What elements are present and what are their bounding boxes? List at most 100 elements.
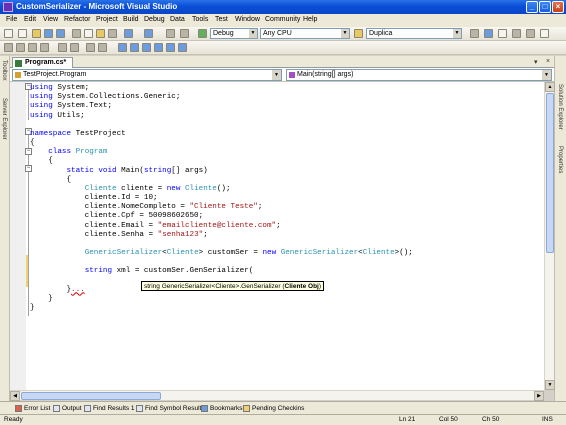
save-icon[interactable]	[44, 29, 53, 38]
undo-icon[interactable]	[124, 29, 133, 38]
solution-explorer-tab[interactable]: Solution Explorer	[557, 84, 563, 130]
solution-explorer-icon[interactable]	[484, 29, 493, 38]
navigate-forward-icon[interactable]	[180, 29, 189, 38]
toolbox-tab[interactable]: Toolbox	[1, 60, 7, 81]
tab-find-symbol-results[interactable]: Find Symbol Results	[136, 404, 205, 414]
scroll-up-icon[interactable]: ▲	[545, 82, 555, 92]
code-line[interactable]: string xml = customSer.GenSerializer(	[30, 267, 254, 276]
code-line[interactable]: using System;	[30, 84, 89, 93]
tab-error-list[interactable]: Error List	[15, 404, 50, 414]
active-files-dropdown-icon[interactable]: ▾	[534, 58, 538, 66]
copy-icon[interactable]	[84, 29, 93, 38]
code-line[interactable]: Cliente cliente = new Cliente();	[30, 185, 231, 194]
add-item-icon[interactable]	[18, 29, 27, 38]
minimize-button[interactable]: _	[526, 1, 538, 13]
menu-build[interactable]: Build	[123, 16, 139, 23]
vertical-scrollbar[interactable]: ▲ ▼	[544, 82, 555, 390]
tab-pending-checkins[interactable]: Pending Checkins	[243, 404, 304, 414]
code-line[interactable]: {	[30, 176, 71, 185]
next-bookmark-in-folder-icon[interactable]	[166, 43, 175, 52]
maximize-button[interactable]: □	[539, 1, 551, 13]
new-project-icon[interactable]	[4, 29, 13, 38]
tab-bookmarks[interactable]: Bookmarks	[201, 404, 243, 414]
increase-indent-icon[interactable]	[70, 43, 79, 52]
code-line[interactable]: class Program	[30, 148, 107, 157]
horizontal-scrollbar[interactable]: ◀ ▶	[10, 390, 544, 401]
code-line[interactable]: using Utils;	[30, 112, 85, 121]
code-line[interactable]: static void Main(string[] args)	[30, 167, 207, 176]
menu-edit[interactable]: Edit	[24, 16, 36, 23]
scroll-thumb[interactable]	[546, 93, 554, 253]
code-line[interactable]: using System.Collections.Generic;	[30, 93, 180, 102]
start-page-icon[interactable]	[540, 29, 549, 38]
find-in-files-icon[interactable]	[354, 29, 363, 38]
next-bookmark-icon[interactable]	[142, 43, 151, 52]
code-line[interactable]: cliente.NomeCompleto = "Cliente Teste";	[30, 203, 263, 212]
display-quick-info-icon[interactable]	[28, 43, 37, 52]
code-line[interactable]: {	[30, 139, 35, 148]
menu-data[interactable]: Data	[170, 16, 185, 23]
previous-bookmark-in-folder-icon[interactable]	[154, 43, 163, 52]
uncomment-icon[interactable]	[98, 43, 107, 52]
scroll-down-icon[interactable]: ▼	[545, 380, 555, 390]
menu-debug[interactable]: Debug	[144, 16, 165, 23]
redo-icon[interactable]	[144, 29, 153, 38]
members-dropdown[interactable]: Main(string[] args) ▼	[286, 69, 552, 81]
previous-bookmark-icon[interactable]	[130, 43, 139, 52]
delete-icon[interactable]	[108, 29, 117, 38]
types-dropdown[interactable]: TestProject.Program ▼	[12, 69, 282, 81]
scroll-thumb[interactable]	[21, 392, 161, 400]
properties-icon[interactable]	[498, 29, 507, 38]
object-browser-icon[interactable]	[512, 29, 521, 38]
code-line[interactable]: }...	[30, 286, 84, 295]
tab-output[interactable]: Output	[53, 404, 82, 414]
code-line[interactable]: namespace TestProject	[30, 130, 126, 139]
paste-icon[interactable]	[96, 29, 105, 38]
display-word-completion-icon[interactable]	[40, 43, 49, 52]
clear-bookmarks-icon[interactable]	[178, 43, 187, 52]
menu-test[interactable]: Test	[215, 16, 228, 23]
code-line[interactable]: cliente.Cpf = 50098602650;	[30, 212, 204, 221]
code-line[interactable]: GenericSerializer<Cliente> customSer = n…	[30, 249, 413, 258]
toolbox-icon[interactable]	[526, 29, 535, 38]
display-parameter-info-icon[interactable]	[16, 43, 25, 52]
menu-window[interactable]: Window	[235, 16, 260, 23]
menu-refactor[interactable]: Refactor	[64, 16, 90, 23]
find-icon[interactable]	[470, 29, 479, 38]
start-debugging-icon[interactable]	[198, 29, 207, 38]
server-explorer-tab[interactable]: Server Explorer	[1, 98, 7, 140]
tab-program-cs[interactable]: Program.cs*	[12, 57, 74, 68]
code-line[interactable]: }	[30, 304, 35, 313]
code-editor[interactable]: − − − − using System; using System.Collec…	[10, 82, 544, 390]
navigate-backward-icon[interactable]	[166, 29, 175, 38]
cut-icon[interactable]	[72, 29, 81, 38]
code-line[interactable]: }	[30, 295, 53, 304]
code-line[interactable]: {	[30, 157, 53, 166]
scroll-left-icon[interactable]: ◀	[10, 391, 20, 401]
save-all-icon[interactable]	[56, 29, 65, 38]
close-document-icon[interactable]: ×	[546, 58, 550, 65]
menu-tools[interactable]: Tools	[192, 16, 208, 23]
menu-help[interactable]: Help	[303, 16, 317, 23]
code-text[interactable]: using System; using System.Collections.Ge…	[30, 82, 540, 390]
menu-project[interactable]: Project	[96, 16, 118, 23]
code-line[interactable]: using System.Text;	[30, 102, 112, 111]
comment-out-icon[interactable]	[86, 43, 95, 52]
code-line[interactable]: cliente.Id = 10;	[30, 194, 158, 203]
tab-find-results-1[interactable]: Find Results 1	[84, 404, 135, 414]
code-line[interactable]: cliente.Email = "emailcliente@cliente.co…	[30, 222, 281, 231]
toggle-bookmark-icon[interactable]	[118, 43, 127, 52]
decrease-indent-icon[interactable]	[58, 43, 67, 52]
open-file-icon[interactable]	[32, 29, 41, 38]
solution-configuration-dropdown[interactable]: Debug ▼	[210, 28, 258, 39]
code-line[interactable]: cliente.Senha = "senha123";	[30, 231, 208, 240]
scroll-right-icon[interactable]: ▶	[534, 391, 544, 401]
close-button[interactable]: ×	[552, 1, 564, 13]
menu-view[interactable]: View	[43, 16, 58, 23]
menu-community[interactable]: Community	[265, 16, 300, 23]
solution-platform-dropdown[interactable]: Any CPU ▼	[260, 28, 350, 39]
display-object-member-list-icon[interactable]	[4, 43, 13, 52]
find-combo[interactable]: Duplica ▼	[366, 28, 462, 39]
menu-file[interactable]: File	[6, 16, 17, 23]
properties-tab[interactable]: Properties	[557, 146, 563, 173]
